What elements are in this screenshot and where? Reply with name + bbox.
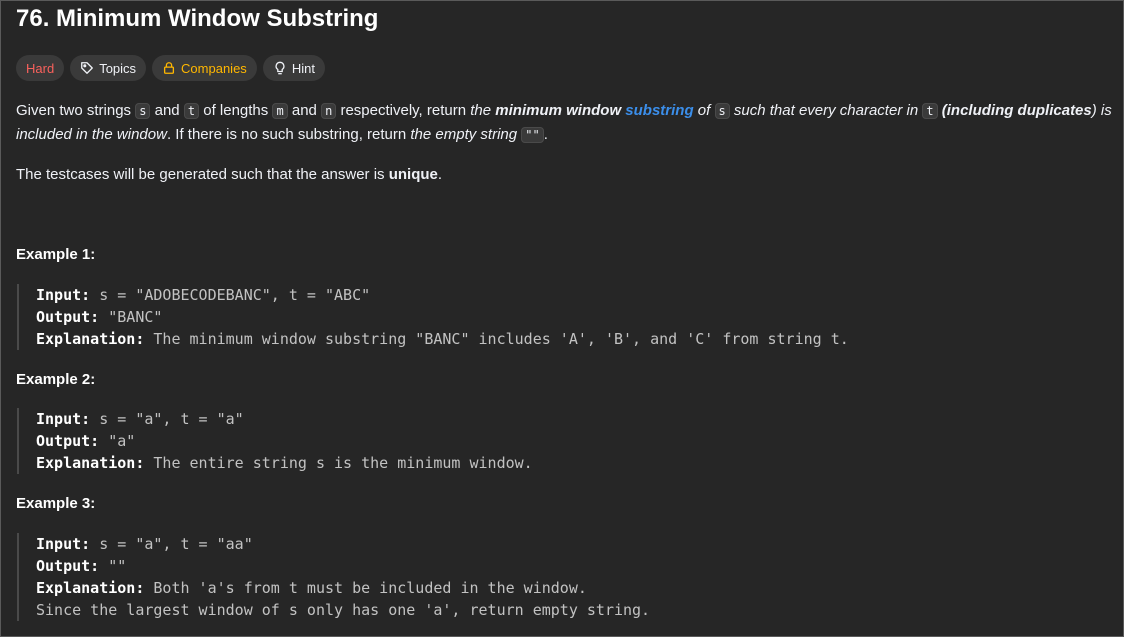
inline-code: "" [521, 127, 544, 143]
companies-button[interactable]: Companies [152, 55, 257, 81]
substring-link[interactable]: substring [625, 102, 693, 119]
problem-tags: Hard Topics Companies Hint [16, 55, 325, 81]
example-1-heading: Example 1: [16, 246, 96, 263]
companies-label: Companies [181, 60, 247, 76]
hint-button[interactable]: Hint [262, 55, 325, 81]
problem-description: Given two strings s and t of lengths m a… [16, 99, 1121, 147]
hint-label: Hint [291, 60, 315, 76]
inline-code: m [272, 103, 288, 119]
problem-title: 76. Minimum Window Substring [16, 5, 379, 32]
inline-code: n [321, 103, 337, 119]
example-1-block: Input: s = "ADOBECODEBANC", t = "ABC" Ou… [17, 284, 849, 350]
example-3-block: Input: s = "a", t = "aa" Output: "" Expl… [17, 533, 650, 621]
inline-code: t [922, 103, 938, 119]
difficulty-label: Hard [26, 60, 55, 76]
inline-code: s [714, 103, 730, 119]
description-paragraph-1: Given two strings s and t of lengths m a… [16, 102, 1112, 143]
example-2-block: Input: s = "a", t = "a" Output: "a" Expl… [17, 408, 533, 474]
description-paragraph-2: The testcases will be generated such tha… [16, 166, 443, 183]
example-3-heading: Example 3: [16, 495, 96, 512]
difficulty-badge: Hard [16, 55, 65, 81]
tag-icon [80, 61, 94, 75]
topics-label: Topics [99, 60, 137, 76]
inline-code: t [183, 103, 200, 119]
example-2-heading: Example 2: [16, 371, 96, 388]
lightbulb-icon [273, 61, 287, 75]
lock-icon [162, 61, 176, 75]
inline-code: s [135, 103, 151, 119]
topics-button[interactable]: Topics [70, 55, 147, 81]
